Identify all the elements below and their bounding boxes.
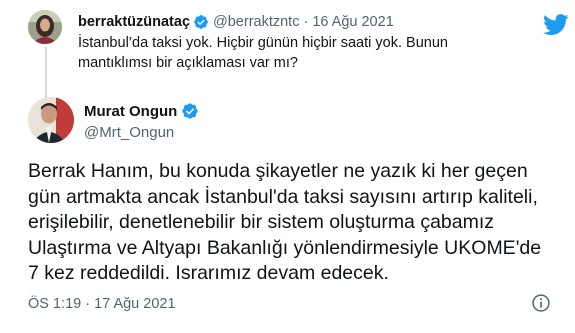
display-name[interactable]: berraktüzünataç: [78, 14, 190, 30]
avatar[interactable]: [28, 10, 62, 44]
tweet-date[interactable]: 16 Ağu 2021: [312, 14, 393, 30]
handle[interactable]: @berraktzntc: [213, 14, 299, 30]
twitter-bird-icon[interactable]: [543, 14, 569, 36]
thread-line: [45, 47, 47, 99]
embedded-tweet-card: berraktüzünataç @berraktzntc · 16 Ağu 20…: [0, 0, 575, 333]
tweet-text-line: erişilebilir, denetlenebilir bir sistem …: [28, 211, 495, 233]
tweet-text-line: mantıklımsı bir açıklaması var mı?: [78, 55, 298, 71]
info-icon[interactable]: [531, 293, 551, 313]
verified-badge-icon: [182, 103, 199, 119]
author-name-line: Murat Ongun: [84, 102, 203, 120]
tweet-text-line: Ulaştırma ve Altyapı Bakanlığı yönlendir…: [28, 236, 542, 259]
tweet-timestamp[interactable]: ÖS 1:19 · 17 Ağu 2021: [28, 296, 176, 312]
display-name[interactable]: Murat Ongun: [84, 103, 177, 120]
handle[interactable]: @Mrt_Ongun: [84, 124, 174, 141]
tweet-text-line: İstanbul’da taksi yok. Hiçbir günün hiçb…: [78, 35, 448, 51]
parent-tweet-text: İstanbul’da taksi yok. Hiçbir günün hiçb…: [78, 33, 498, 73]
tweet-author: Murat Ongun @Mrt_Ongun: [28, 97, 548, 147]
parent-tweet-header: berraktüzünataç @berraktzntc · 16 Ağu 20…: [78, 13, 394, 31]
tweet-text: Berrak Hanım, bu konuda şikayetler ne ya…: [28, 159, 553, 287]
tweet-text-line: 7 kez reddedildi. Israrımız devam edecek…: [28, 262, 389, 284]
tweet-text-line: Berrak Hanım, bu konuda şikayetler ne ya…: [28, 160, 528, 182]
parent-tweet[interactable]: berraktüzünataç @berraktzntc · 16 Ağu 20…: [16, 10, 569, 99]
avatar[interactable]: [28, 97, 74, 143]
separator: ·: [303, 14, 309, 30]
tweet-text-line: gün artmakta ancak İstanbul'da taksi say…: [28, 185, 538, 208]
verified-badge-icon: [194, 15, 208, 29]
